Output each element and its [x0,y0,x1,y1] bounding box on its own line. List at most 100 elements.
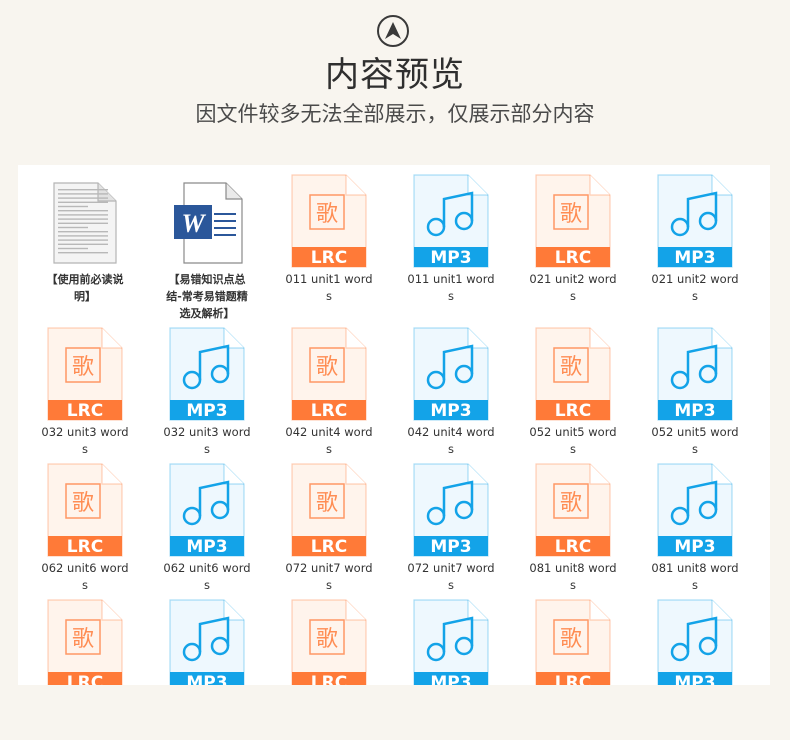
file-name-label: 042 unit4 words [407,425,495,456]
svg-text:歌: 歌 [72,627,94,652]
lrc-file-item[interactable]: 歌 LRC 052 unit5 words [523,326,623,458]
svg-text:MP3: MP3 [430,673,471,685]
lrc-file-icon: 歌 LRC [535,599,611,685]
file-name-label: 081 unit8 words [529,561,617,592]
svg-text:MP3: MP3 [186,537,227,557]
lrc-file-icon: 歌 LRC [535,463,611,557]
mp3-file-item[interactable]: MP3 062 unit6 words [157,462,257,594]
lrc-file-icon: 歌 LRC [535,174,611,268]
mp3-file-item[interactable]: MP3 052 unit5 words [645,326,745,458]
page-title: 内容预览 [325,55,465,95]
mp3-file-icon: MP3 [413,599,489,685]
svg-text:LRC: LRC [555,537,591,557]
mp3-file-item[interactable]: MP3 072 unit7 words [401,462,501,594]
file-name-label: 021 unit2 words [651,272,739,303]
mp3-file-icon: MP3 [657,327,733,421]
lrc-file-item[interactable]: 歌 LRC 062 unit6 words [35,462,135,594]
svg-text:LRC: LRC [311,537,347,557]
svg-text:歌: 歌 [72,355,94,380]
svg-text:LRC: LRC [555,673,591,685]
svg-text:LRC: LRC [67,401,103,421]
file-name-label: 072 unit7 words [285,561,373,592]
mp3-file-item[interactable]: MP3 021 unit2 words [645,173,745,305]
mp3-file-icon: MP3 [413,174,489,268]
lrc-file-icon: 歌 LRC [291,327,367,421]
lrc-file-item[interactable]: 歌 LRC [35,598,135,685]
file-name-label: 081 unit8 words [651,561,739,592]
svg-text:LRC: LRC [311,248,347,268]
lrc-file-item[interactable]: 歌 LRC 011 unit1 words [279,173,379,305]
file-name-label: 062 unit6 words [163,561,251,592]
svg-text:MP3: MP3 [186,401,227,421]
svg-text:MP3: MP3 [674,401,715,421]
word-file-item[interactable]: W 【易错知识点总结-常考易错题精选及解析】 [157,173,257,322]
mp3-file-item[interactable]: MP3 [645,598,745,685]
lrc-file-icon: 歌 LRC [47,463,123,557]
file-name-label: 072 unit7 words [407,561,495,592]
file-name-label: 062 unit6 words [41,561,129,592]
mp3-file-icon: MP3 [169,463,245,557]
mp3-file-item[interactable]: MP3 032 unit3 words [157,326,257,458]
lrc-file-item[interactable]: 歌 LRC 072 unit7 words [279,462,379,594]
up-arrow-circle-icon [377,15,409,47]
file-name-label: 【使用前必读说明】 [46,273,124,303]
file-preview-panel: 【使用前必读说明】 W 【易错知识点总结-常考易错题精选及解析】 歌 LRC 0… [18,165,770,685]
mp3-file-icon: MP3 [413,463,489,557]
mp3-file-item[interactable]: MP3 081 unit8 words [645,462,745,594]
svg-text:LRC: LRC [311,673,347,685]
lrc-file-icon: 歌 LRC [291,463,367,557]
mp3-file-item[interactable]: MP3 042 unit4 words [401,326,501,458]
word-document-icon: W [174,182,243,264]
page-subtitle: 因文件较多无法全部展示，仅展示部分内容 [195,102,595,126]
svg-text:MP3: MP3 [430,537,471,557]
lrc-file-item[interactable]: 歌 LRC 042 unit4 words [279,326,379,458]
file-name-label: 021 unit2 words [529,272,617,303]
lrc-file-item[interactable]: 歌 LRC [279,598,379,685]
svg-text:MP3: MP3 [186,673,227,685]
svg-text:歌: 歌 [72,491,94,516]
mp3-file-item[interactable]: MP3 [157,598,257,685]
svg-text:MP3: MP3 [430,248,471,268]
mp3-file-icon: MP3 [657,463,733,557]
svg-text:MP3: MP3 [674,248,715,268]
mp3-file-icon: MP3 [169,327,245,421]
mp3-file-icon: MP3 [657,174,733,268]
lrc-file-icon: 歌 LRC [291,599,367,685]
file-name-label: 【易错知识点总结-常考易错题精选及解析】 [166,273,248,320]
svg-text:LRC: LRC [555,401,591,421]
svg-text:LRC: LRC [555,248,591,268]
lrc-file-item[interactable]: 歌 LRC [523,598,623,685]
text-document-icon [53,182,117,264]
lrc-file-icon: 歌 LRC [291,174,367,268]
svg-text:MP3: MP3 [674,673,715,685]
file-name-label: 032 unit3 words [41,425,129,456]
mp3-file-icon: MP3 [657,599,733,685]
file-name-label: 011 unit1 words [407,272,495,303]
svg-text:LRC: LRC [311,401,347,421]
svg-text:歌: 歌 [316,355,338,380]
svg-text:歌: 歌 [560,355,582,380]
file-name-label: 052 unit5 words [651,425,739,456]
file-name-label: 011 unit1 words [285,272,373,303]
mp3-file-icon: MP3 [413,327,489,421]
lrc-file-icon: 歌 LRC [535,327,611,421]
file-name-label: 032 unit3 words [163,425,251,456]
mp3-file-item[interactable]: MP3 [401,598,501,685]
lrc-file-item[interactable]: 歌 LRC 081 unit8 words [523,462,623,594]
lrc-file-icon: 歌 LRC [47,327,123,421]
mp3-file-item[interactable]: MP3 011 unit1 words [401,173,501,305]
svg-text:歌: 歌 [560,491,582,516]
doc-file-item[interactable]: 【使用前必读说明】 [35,173,135,305]
lrc-file-icon: 歌 LRC [47,599,123,685]
svg-text:歌: 歌 [560,627,582,652]
svg-text:歌: 歌 [316,202,338,227]
svg-text:歌: 歌 [316,627,338,652]
file-name-label: 052 unit5 words [529,425,617,456]
lrc-file-item[interactable]: 歌 LRC 032 unit3 words [35,326,135,458]
lrc-file-item[interactable]: 歌 LRC 021 unit2 words [523,173,623,305]
svg-text:W: W [181,209,206,238]
file-name-label: 042 unit4 words [285,425,373,456]
svg-text:歌: 歌 [316,491,338,516]
mp3-file-icon: MP3 [169,599,245,685]
svg-text:MP3: MP3 [430,401,471,421]
